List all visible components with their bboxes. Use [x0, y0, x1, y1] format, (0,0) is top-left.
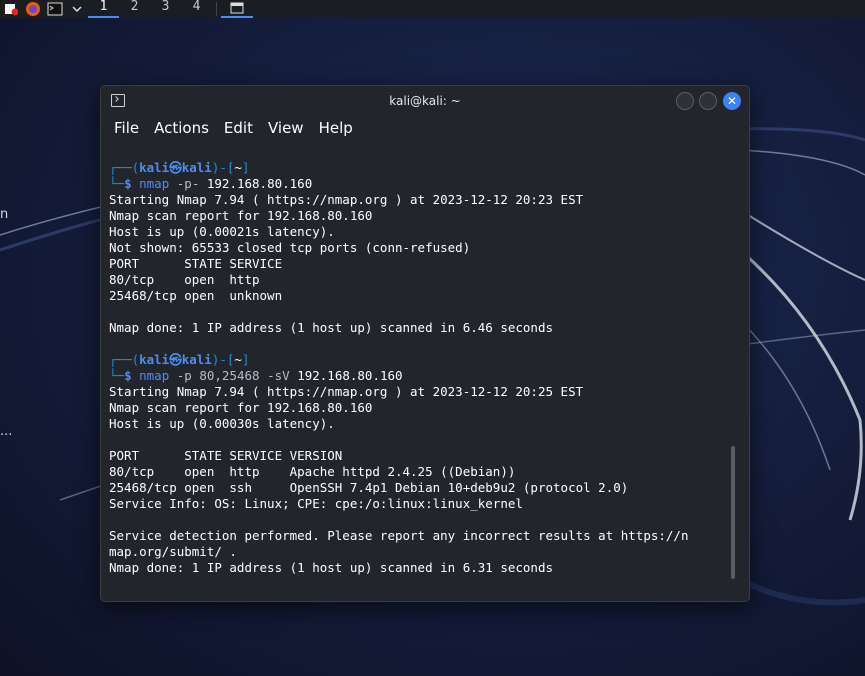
prompt-decoration: ] — [241, 352, 250, 367]
output-line: Host is up (0.00030s latency). — [109, 416, 335, 431]
minimize-button[interactable] — [676, 92, 694, 110]
terminal-icon[interactable] — [44, 0, 66, 18]
output-line: map.org/submit/ . — [109, 544, 237, 559]
firefox-icon[interactable] — [22, 0, 44, 18]
desktop-icon-label-1: n — [0, 207, 9, 222]
window-title: kali@kali: ~ — [389, 94, 461, 108]
command-line: └─$ nmap -p 80,25468 -sV 192.168.80.160 — [109, 368, 734, 384]
output-line: 25468/tcp open unknown — [109, 288, 283, 303]
taskbar-terminal-window[interactable] — [221, 0, 253, 18]
output-line: Nmap done: 1 IP address (1 host up) scan… — [109, 320, 554, 335]
prompt-user: kali — [139, 352, 170, 367]
kali-menu-icon[interactable] — [0, 0, 22, 18]
chevron-down-icon[interactable] — [66, 0, 88, 18]
output-line: 25468/tcp open ssh OpenSSH 7.4p1 Debian … — [109, 480, 629, 495]
prompt-at-symbol: ㉿ — [169, 352, 182, 367]
menu-file[interactable]: File — [114, 119, 139, 137]
menu-edit[interactable]: Edit — [224, 119, 253, 137]
prompt-decoration: )-[ — [211, 160, 235, 175]
window-titlebar[interactable]: kali@kali: ~ ✕ — [101, 86, 749, 116]
command-flags: -p 80,25468 -sV — [176, 368, 290, 383]
menu-actions[interactable]: Actions — [154, 119, 209, 137]
output-line: Nmap done: 1 IP address (1 host up) scan… — [109, 560, 554, 575]
prompt-at-symbol: ㉿ — [169, 160, 182, 175]
output-line: 80/tcp open http Apache httpd 2.4.25 ((D… — [109, 464, 516, 479]
prompt-host: kali — [181, 160, 212, 175]
output-line: Service detection performed. Please repo… — [109, 528, 689, 543]
output-line: Not shown: 65533 closed tcp ports (conn-… — [109, 240, 471, 255]
terminal-output[interactable]: ┌──(kali㉿kali)-[~] └─$ nmap -p- 192.168.8… — [109, 160, 734, 590]
prompt-user: kali — [139, 160, 170, 175]
command-name: nmap — [139, 368, 170, 383]
prompt-decoration: )-[ — [211, 352, 235, 367]
prompt-decoration: ┌──( — [109, 352, 140, 367]
prompt-line: ┌──(kali㉿kali)-[~] — [109, 352, 734, 368]
desktop-icon-label-2: ... — [0, 424, 13, 439]
prompt-decoration: └─ — [109, 368, 125, 383]
prompt-dollar: $ — [124, 368, 140, 383]
terminal-window: kali@kali: ~ ✕ File Actions Edit View He… — [100, 85, 750, 602]
panel-separator — [216, 2, 217, 16]
menu-view[interactable]: View — [268, 119, 304, 137]
workspace-2[interactable]: 2 — [119, 0, 150, 18]
prompt-dollar: $ — [124, 176, 140, 191]
menu-bar: File Actions Edit View Help — [101, 116, 749, 140]
terminal-window-icon — [111, 94, 125, 107]
output-line: Nmap scan report for 192.168.80.160 — [109, 400, 373, 415]
workspace-1[interactable]: 1 — [88, 0, 119, 18]
prompt-decoration: ┌──( — [109, 160, 140, 175]
workspace-4[interactable]: 4 — [181, 0, 212, 18]
terminal-scrollbar[interactable] — [731, 446, 735, 579]
prompt-directory: ~ — [234, 352, 242, 367]
top-panel: 1 2 3 4 — [0, 0, 865, 18]
command-target: 192.168.80.160 — [206, 176, 313, 191]
maximize-button[interactable] — [699, 92, 717, 110]
close-button[interactable]: ✕ — [723, 92, 741, 110]
output-line: Starting Nmap 7.94 ( https://nmap.org ) … — [109, 192, 584, 207]
output-line: Nmap scan report for 192.168.80.160 — [109, 208, 373, 223]
output-line: PORT STATE SERVICE VERSION — [109, 448, 343, 463]
prompt-decoration: └─ — [109, 176, 125, 191]
output-line: PORT STATE SERVICE — [109, 256, 283, 271]
close-icon: ✕ — [726, 94, 738, 108]
workspace-3[interactable]: 3 — [150, 0, 181, 18]
prompt-host: kali — [181, 352, 212, 367]
prompt-line: ┌──(kali㉿kali)-[~] — [109, 160, 734, 176]
output-line: Host is up (0.00021s latency). — [109, 224, 335, 239]
prompt-decoration: ] — [241, 160, 250, 175]
command-target: 192.168.80.160 — [297, 368, 403, 383]
prompt-directory: ~ — [234, 160, 242, 175]
command-name: nmap — [139, 176, 170, 191]
command-flags: -p- — [176, 176, 200, 191]
output-line: 80/tcp open http — [109, 272, 260, 287]
command-line: └─$ nmap -p- 192.168.80.160 — [109, 176, 734, 192]
output-line: Service Info: OS: Linux; CPE: cpe:/o:lin… — [109, 496, 523, 511]
menu-help[interactable]: Help — [319, 119, 353, 137]
output-line: Starting Nmap 7.94 ( https://nmap.org ) … — [109, 384, 584, 399]
